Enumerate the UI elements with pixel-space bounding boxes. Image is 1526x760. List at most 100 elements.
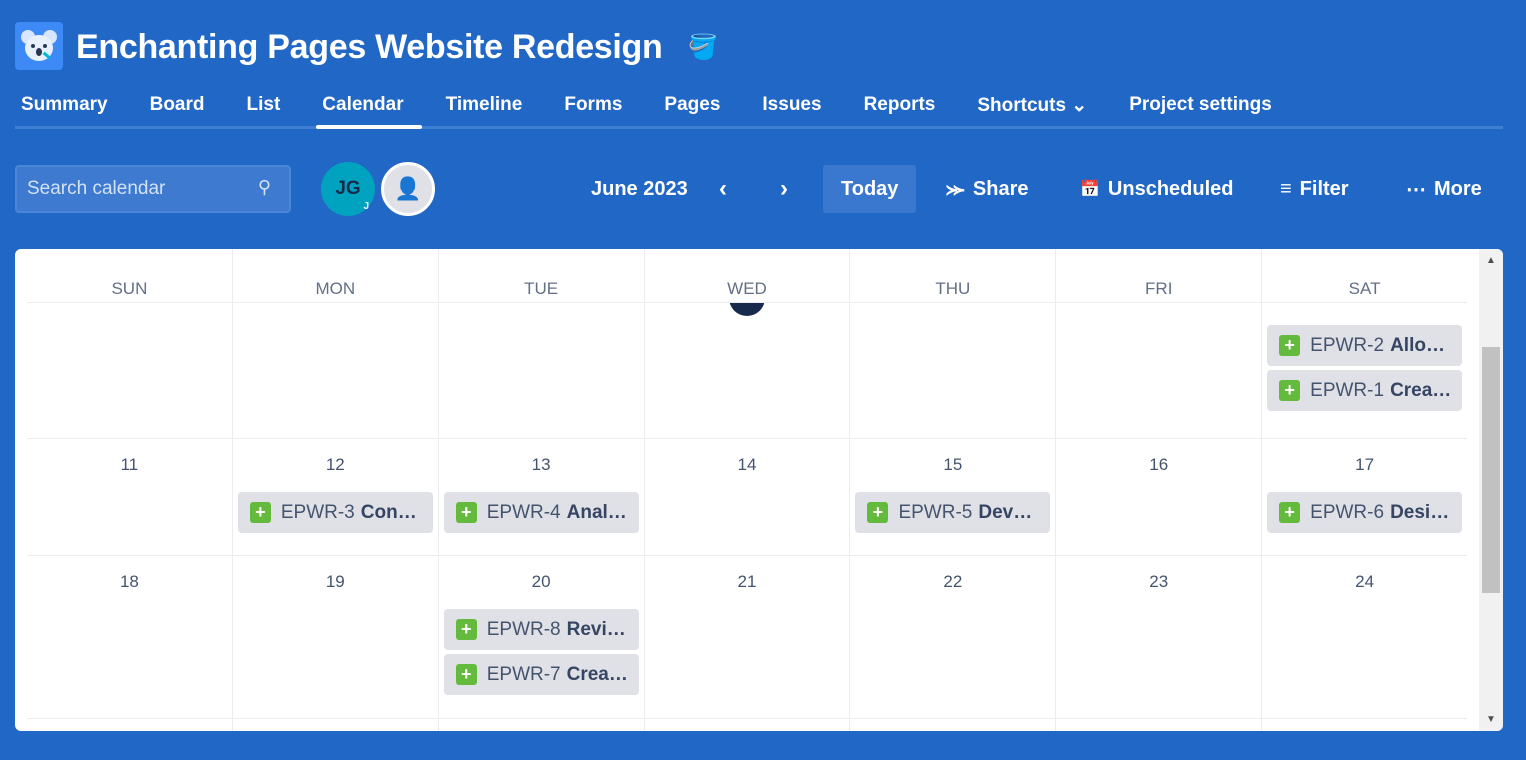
tab-calendar[interactable]: Calendar [316, 88, 422, 129]
paint-bucket-icon[interactable]: 🪣 [688, 33, 718, 62]
day-cell[interactable]: 16 [1055, 439, 1261, 555]
issue-key: EPWR-1 [1310, 379, 1385, 401]
day-cell[interactable] [1261, 719, 1467, 731]
tab-reports[interactable]: Reports [858, 88, 954, 126]
story-plus-icon: + [455, 664, 477, 685]
day-cell[interactable]: 24 [1261, 556, 1467, 718]
more-button[interactable]: ⋯ More [1406, 165, 1482, 213]
day-cell[interactable]: 22 [849, 556, 1055, 718]
unscheduled-button[interactable]: 📅 Unscheduled [1080, 165, 1234, 213]
tab-pages[interactable]: Pages [658, 88, 738, 126]
tab-issues[interactable]: Issues [756, 88, 839, 126]
tab-timeline[interactable]: Timeline [440, 88, 541, 126]
issue-card[interactable]: + EPWR-1 Crea… [1267, 370, 1463, 411]
issue-card[interactable]: + EPWR-6 Desi… [1267, 492, 1463, 533]
issue-key: EPWR-8 [486, 618, 561, 640]
weekday-fri: FRI [1055, 249, 1261, 302]
day-cell[interactable]: 12 + EPWR-3 Con… [231, 439, 438, 555]
issue-card[interactable]: + EPWR-3 Con… [237, 492, 433, 533]
day-number: 20 [531, 572, 551, 591]
filter-button[interactable]: ≡ Filter [1280, 165, 1349, 213]
day-cell[interactable]: 17 + EPWR-6 Desi… [1261, 439, 1467, 555]
today-button[interactable]: Today [823, 165, 917, 213]
day-number: 15 [943, 455, 963, 474]
week-row: 18 19 20 + EPWR-8 Revi… + EPWR-7 Crea… 21 22 23 24 [27, 556, 1467, 719]
issue-title: Desi… [1390, 501, 1450, 523]
story-plus-icon: + [455, 502, 477, 523]
add-person-icon: 👤 [394, 176, 422, 201]
day-number: 13 [531, 455, 551, 474]
day-cell[interactable]: 23 [1055, 556, 1261, 718]
weekday-tue: TUE [437, 249, 644, 302]
tab-forms[interactable]: Forms [558, 88, 640, 126]
issue-card[interactable]: + EPWR-7 Crea… [443, 654, 639, 695]
scroll-down-arrow-icon[interactable]: ▼ [1479, 714, 1503, 725]
story-plus-icon: + [1279, 380, 1301, 401]
previous-month-button[interactable]: ‹ [719, 165, 727, 213]
weekday-thu: THU [849, 249, 1055, 302]
filter-icon: ≡ [1280, 177, 1292, 200]
add-people-button[interactable]: 👤 [381, 162, 435, 216]
issue-key: EPWR-7 [486, 663, 561, 685]
story-plus-icon: + [249, 502, 271, 523]
day-cell[interactable]: 21 [643, 556, 850, 718]
issue-title: Dev… [978, 501, 1033, 523]
project-nav-tabs: Summary Board List Calendar Timeline Forms Pag… [15, 88, 1503, 129]
issue-key: EPWR-4 [486, 501, 561, 523]
issue-title: Anal… [566, 501, 627, 523]
day-number: 17 [1355, 455, 1375, 474]
tab-project-settings[interactable]: Project settings [1123, 88, 1290, 126]
day-cell[interactable]: 15 + EPWR-5 Dev… [849, 439, 1055, 555]
issue-card[interactable]: + EPWR-4 Anal… [443, 492, 639, 533]
day-cell[interactable] [231, 719, 438, 731]
day-number: 16 [1149, 455, 1169, 474]
day-cell[interactable] [849, 719, 1055, 731]
search-calendar-input[interactable]: Search calendar ⚲ [15, 165, 291, 213]
calendar-icon: 📅 [1080, 181, 1100, 198]
scrollbar-thumb[interactable] [1482, 347, 1500, 593]
day-cell[interactable]: 20 + EPWR-8 Revi… + EPWR-7 Crea… [437, 556, 644, 718]
weekday-wed: WED [643, 249, 850, 302]
day-cell[interactable]: 19 [231, 556, 438, 718]
tab-summary[interactable]: Summary [15, 88, 126, 126]
day-cell[interactable] [27, 719, 232, 731]
share-icon: ⪼ [946, 177, 965, 200]
day-cell[interactable]: 13 + EPWR-4 Anal… [437, 439, 644, 555]
day-cell[interactable]: 14 [643, 439, 850, 555]
weekday-sat: SAT [1261, 249, 1467, 302]
issue-card[interactable]: + EPWR-5 Dev… [855, 492, 1051, 533]
more-label: More [1434, 177, 1482, 200]
day-cell[interactable] [643, 719, 850, 731]
search-placeholder: Search calendar [27, 178, 166, 199]
avatar[interactable]: JG J [321, 162, 375, 216]
issue-key: EPWR-3 [280, 501, 355, 523]
tab-board[interactable]: Board [144, 88, 223, 126]
unscheduled-label: Unscheduled [1107, 177, 1234, 200]
weekday-sun: SUN [111, 279, 148, 298]
day-number: 24 [1355, 572, 1375, 591]
issue-title: Allo… [1390, 334, 1445, 356]
share-button[interactable]: ⪼ Share [946, 165, 1029, 213]
tab-list[interactable]: List [241, 88, 299, 126]
day-number: 21 [737, 572, 757, 591]
weekday-mon: MON [231, 249, 438, 302]
day-cell[interactable]: 18 [27, 556, 232, 718]
day-number: 12 [325, 455, 345, 474]
story-plus-icon: + [1279, 502, 1301, 523]
day-number: 14 [737, 455, 757, 474]
day-cell[interactable] [437, 719, 644, 731]
tab-shortcuts[interactable]: Shortcuts ⌄ [971, 88, 1105, 126]
scroll-up-arrow-icon[interactable]: ▲ [1479, 255, 1503, 266]
calendar-panel: SUNMONTUEWEDTHUFRISAT 45678910+EPWR-2All… [15, 249, 1503, 731]
issue-card[interactable]: + EPWR-2 Allo… [1267, 325, 1463, 366]
issue-card[interactable]: + EPWR-8 Revi… [443, 609, 639, 650]
next-month-button[interactable]: › [780, 165, 788, 213]
day-cell[interactable]: 11 [27, 439, 232, 555]
story-plus-icon: + [867, 502, 889, 523]
day-cell[interactable] [1055, 719, 1261, 731]
day-number: 18 [119, 572, 139, 591]
scrollbar[interactable]: ▲ ▼ [1479, 249, 1503, 731]
story-plus-icon: + [1279, 335, 1301, 356]
issue-title: Revi… [566, 618, 626, 640]
issue-key: EPWR-2 [1310, 334, 1385, 356]
